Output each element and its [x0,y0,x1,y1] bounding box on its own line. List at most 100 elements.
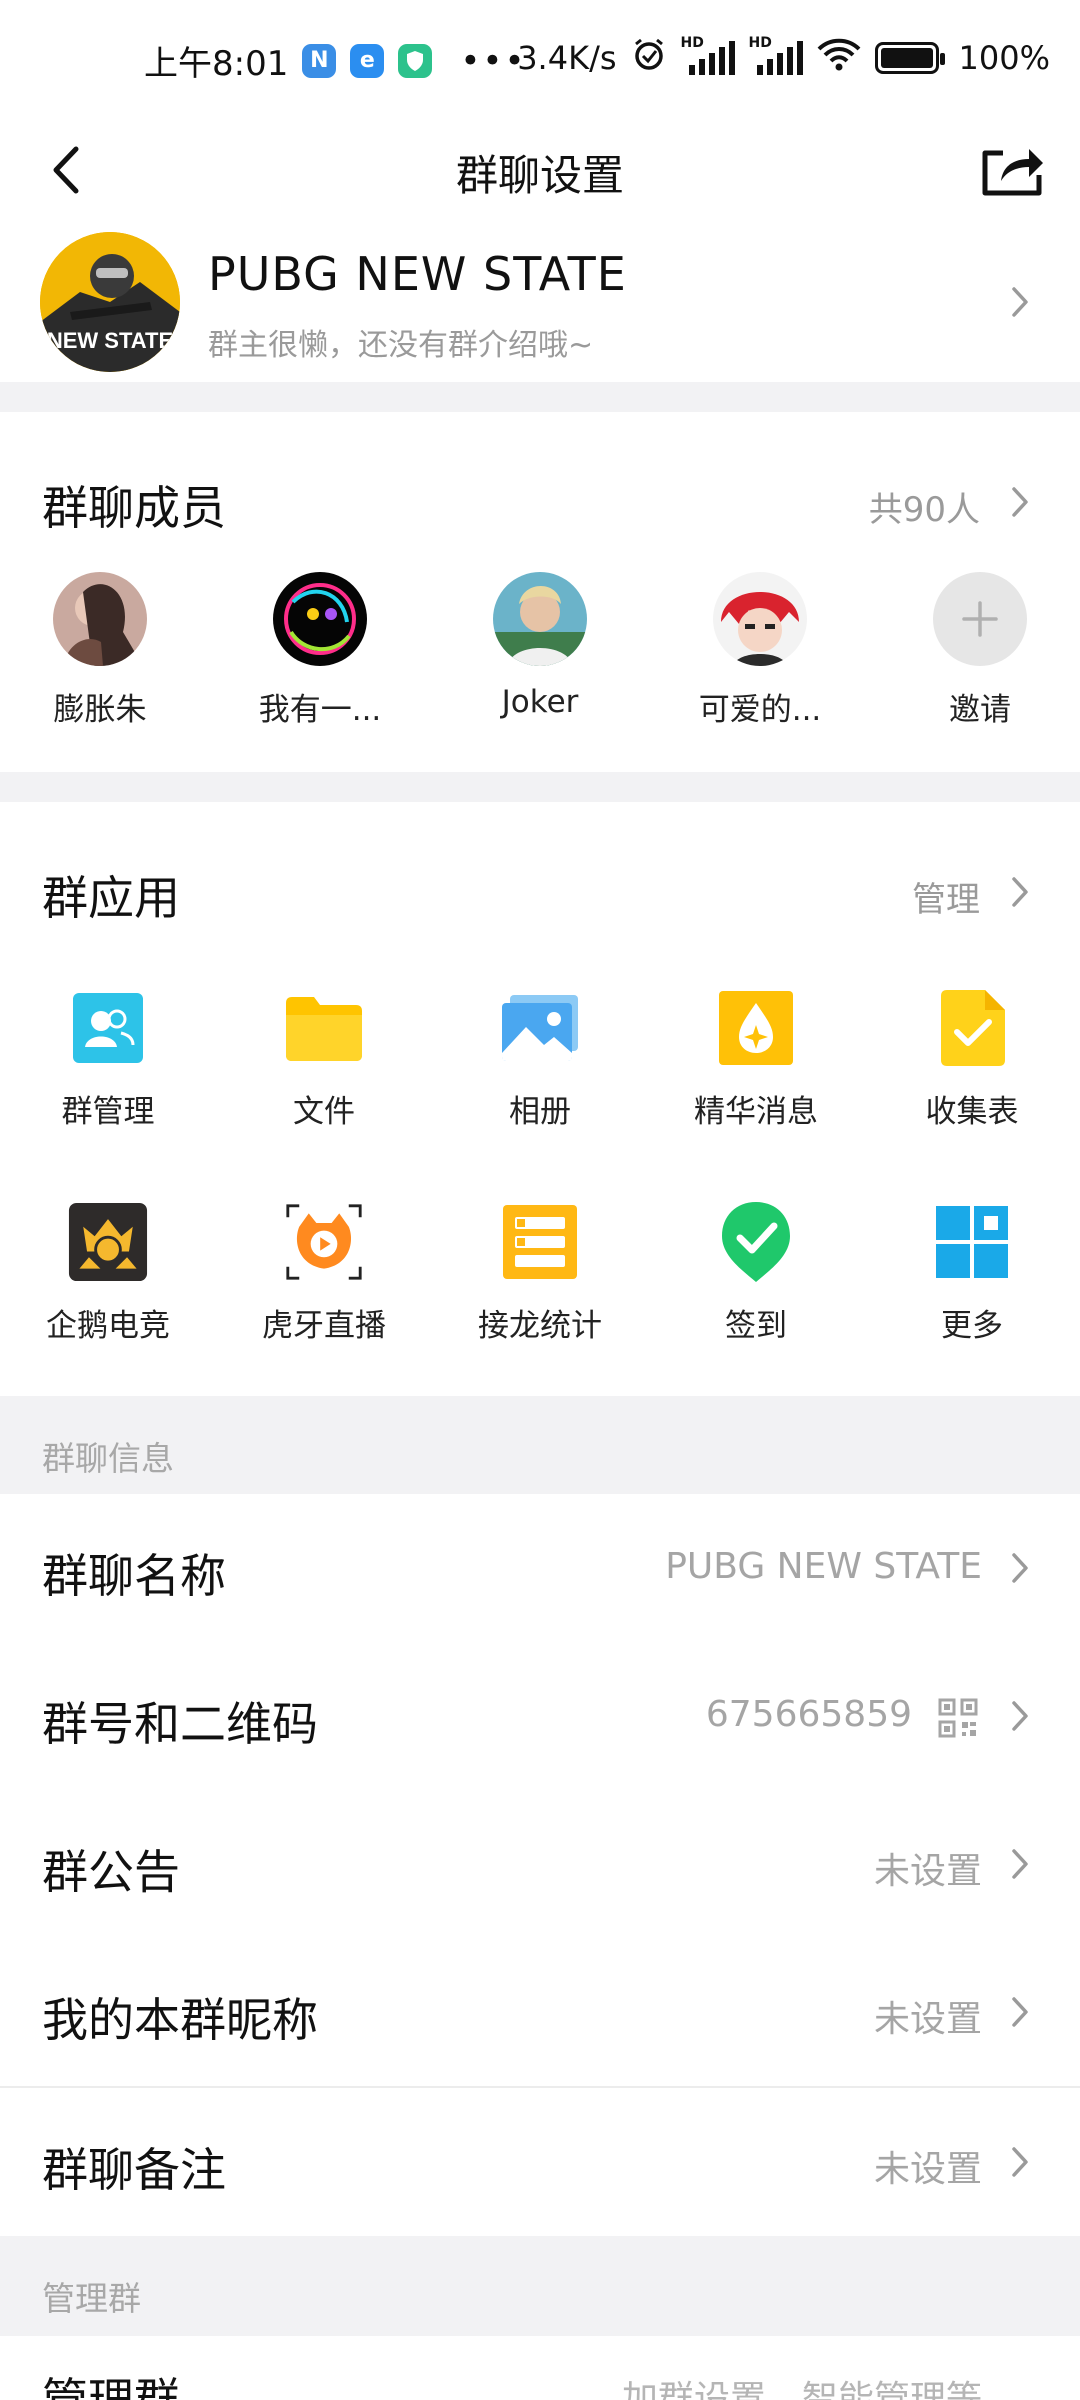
setting-label: 群聊备注 [42,2143,226,2197]
app-more[interactable]: 更多 [882,1202,1062,1345]
app-label: 文件 [293,1094,355,1130]
more-apps-icon [932,1202,1012,1282]
page-title: 群聊设置 [455,151,624,200]
app-label: 更多 [941,1308,1003,1344]
app-label: 相册 [509,1094,571,1130]
invite-label: 邀请 [949,692,1011,728]
group-info-section-header: 群聊信息 [0,1396,1080,1494]
signal-1-icon: HD [681,35,735,75]
browser-notification-icon: e [350,43,385,78]
alarm-icon [631,36,667,80]
group-apps-section: 群应用 管理 群管理 文件 相册 精华消息 收集表 企鹅电竞 虎牙直播 接龙统计… [0,802,1080,1396]
svg-text:NEW STATE: NEW STATE [47,328,173,353]
chevron-right-icon [1000,1546,1040,1590]
setting-label: 我的本群昵称 [42,1993,318,2047]
app-group-manage[interactable]: 群管理 [18,988,198,1131]
apps-title: 群应用 [42,871,180,925]
chevron-right-icon [1000,2140,1040,2184]
group-description: 群主很懒，还没有群介绍哦~ [208,328,594,363]
members-title: 群聊成员 [42,481,226,535]
notification-app-icon: N [302,43,337,78]
photo-album-icon [500,988,580,1068]
check-in-icon [716,1202,796,1282]
apps-manage-link[interactable]: 管理 [912,872,980,921]
app-album[interactable]: 相册 [450,988,630,1131]
shield-notification-icon [398,43,433,78]
group-announcement-setting[interactable]: 群公告 未设置 [0,1790,1080,1938]
group-profile-row[interactable]: NEW STATE PUBG NEW STATE 群主很懒，还没有群介绍哦~ [0,222,1080,382]
member-name: 可爱的... [698,692,822,728]
app-huya-live[interactable]: 虎牙直播 [234,1202,414,1345]
chevron-right-icon [1000,1694,1040,1738]
manage-group-section-header: 管理群 [0,2236,1080,2336]
qr-code-icon [936,1696,980,1740]
share-icon [982,149,1043,196]
group-name: PUBG NEW STATE [208,247,627,301]
member-item[interactable]: 我有一... [245,572,395,729]
member-item[interactable]: 可爱的... [685,572,835,729]
members-count[interactable]: 共90人 [869,482,980,531]
section-divider [0,382,1080,412]
app-label: 企鹅电竞 [46,1308,170,1344]
setting-label: 管理群 [42,2373,180,2400]
setting-label: 群聊名称 [42,1549,226,1603]
app-label: 精华消息 [694,1094,818,1130]
wifi-icon [817,37,861,79]
member-name: 我有一... [258,692,382,728]
status-time: 上午8:01 [144,44,289,84]
collection-form-icon [932,988,1012,1068]
chevron-right-icon [1000,1990,1040,2034]
setting-label: 群公告 [42,1845,180,1899]
battery-icon [874,42,945,74]
app-label: 接龙统计 [478,1308,602,1344]
app-check-in[interactable]: 签到 [666,1202,846,1345]
member-item[interactable]: Joker [465,572,615,720]
relay-stats-icon [500,1202,580,1282]
member-avatar [273,572,367,666]
members-section: 群聊成员 共90人 膨胀朱 我有一... Joker 可爱的... 邀请 [0,412,1080,772]
chevron-right-icon [1000,480,1040,524]
app-files[interactable]: 文件 [234,988,414,1131]
top-nav-bar: 群聊设置 [0,120,1080,220]
app-penguin-esports[interactable]: 企鹅电竞 [18,1202,198,1345]
group-manage-icon [68,988,148,1068]
group-remark-setting[interactable]: 群聊备注 未设置 [0,2088,1080,2236]
app-label: 签到 [725,1308,787,1344]
member-name: Joker [501,684,579,720]
invite-member-button[interactable]: 邀请 [905,572,1055,729]
member-item[interactable]: 膨胀朱 [25,572,175,729]
plus-icon [933,572,1027,666]
group-avatar[interactable]: NEW STATE [40,232,180,372]
section-title: 群聊信息 [42,1439,174,1478]
app-collection-form[interactable]: 收集表 [882,988,1062,1131]
folder-icon [284,988,364,1068]
penguin-esports-icon [68,1202,148,1282]
setting-value: PUBG NEW STATE [665,1546,982,1587]
group-number-qr-setting[interactable]: 群号和二维码 675665859 [0,1642,1080,1790]
chevron-right-icon [1000,1842,1040,1886]
app-label: 收集表 [925,1094,1019,1130]
section-divider [0,772,1080,802]
setting-label: 群号和二维码 [42,1697,318,1751]
setting-value: 未设置 [873,1851,982,1892]
my-group-nickname-setting[interactable]: 我的本群昵称 未设置 [0,1938,1080,2086]
signal-2-icon: HD [749,35,803,75]
group-number-value: 675665859 [705,1694,912,1735]
app-essence[interactable]: 精华消息 [666,988,846,1131]
app-label: 群管理 [61,1094,155,1130]
chevron-right-icon [1000,280,1040,324]
member-name: 膨胀朱 [53,692,147,728]
app-relay-stats[interactable]: 接龙统计 [450,1202,630,1345]
section-title: 管理群 [42,2279,141,2318]
manage-group-setting[interactable]: 管理群 加群设置、智能管理等 [0,2336,1080,2400]
chevron-right-icon [1000,870,1040,914]
huya-live-icon [284,1202,364,1282]
essence-message-icon [716,988,796,1068]
group-name-setting[interactable]: 群聊名称 PUBG NEW STATE [0,1494,1080,1642]
setting-value: 加群设置、智能管理等 [621,2379,982,2400]
net-speed: 3.4K/s [517,39,617,77]
member-avatar [713,572,807,666]
share-button[interactable] [968,126,1056,214]
setting-value: 未设置 [873,2149,982,2190]
member-avatar [493,572,587,666]
